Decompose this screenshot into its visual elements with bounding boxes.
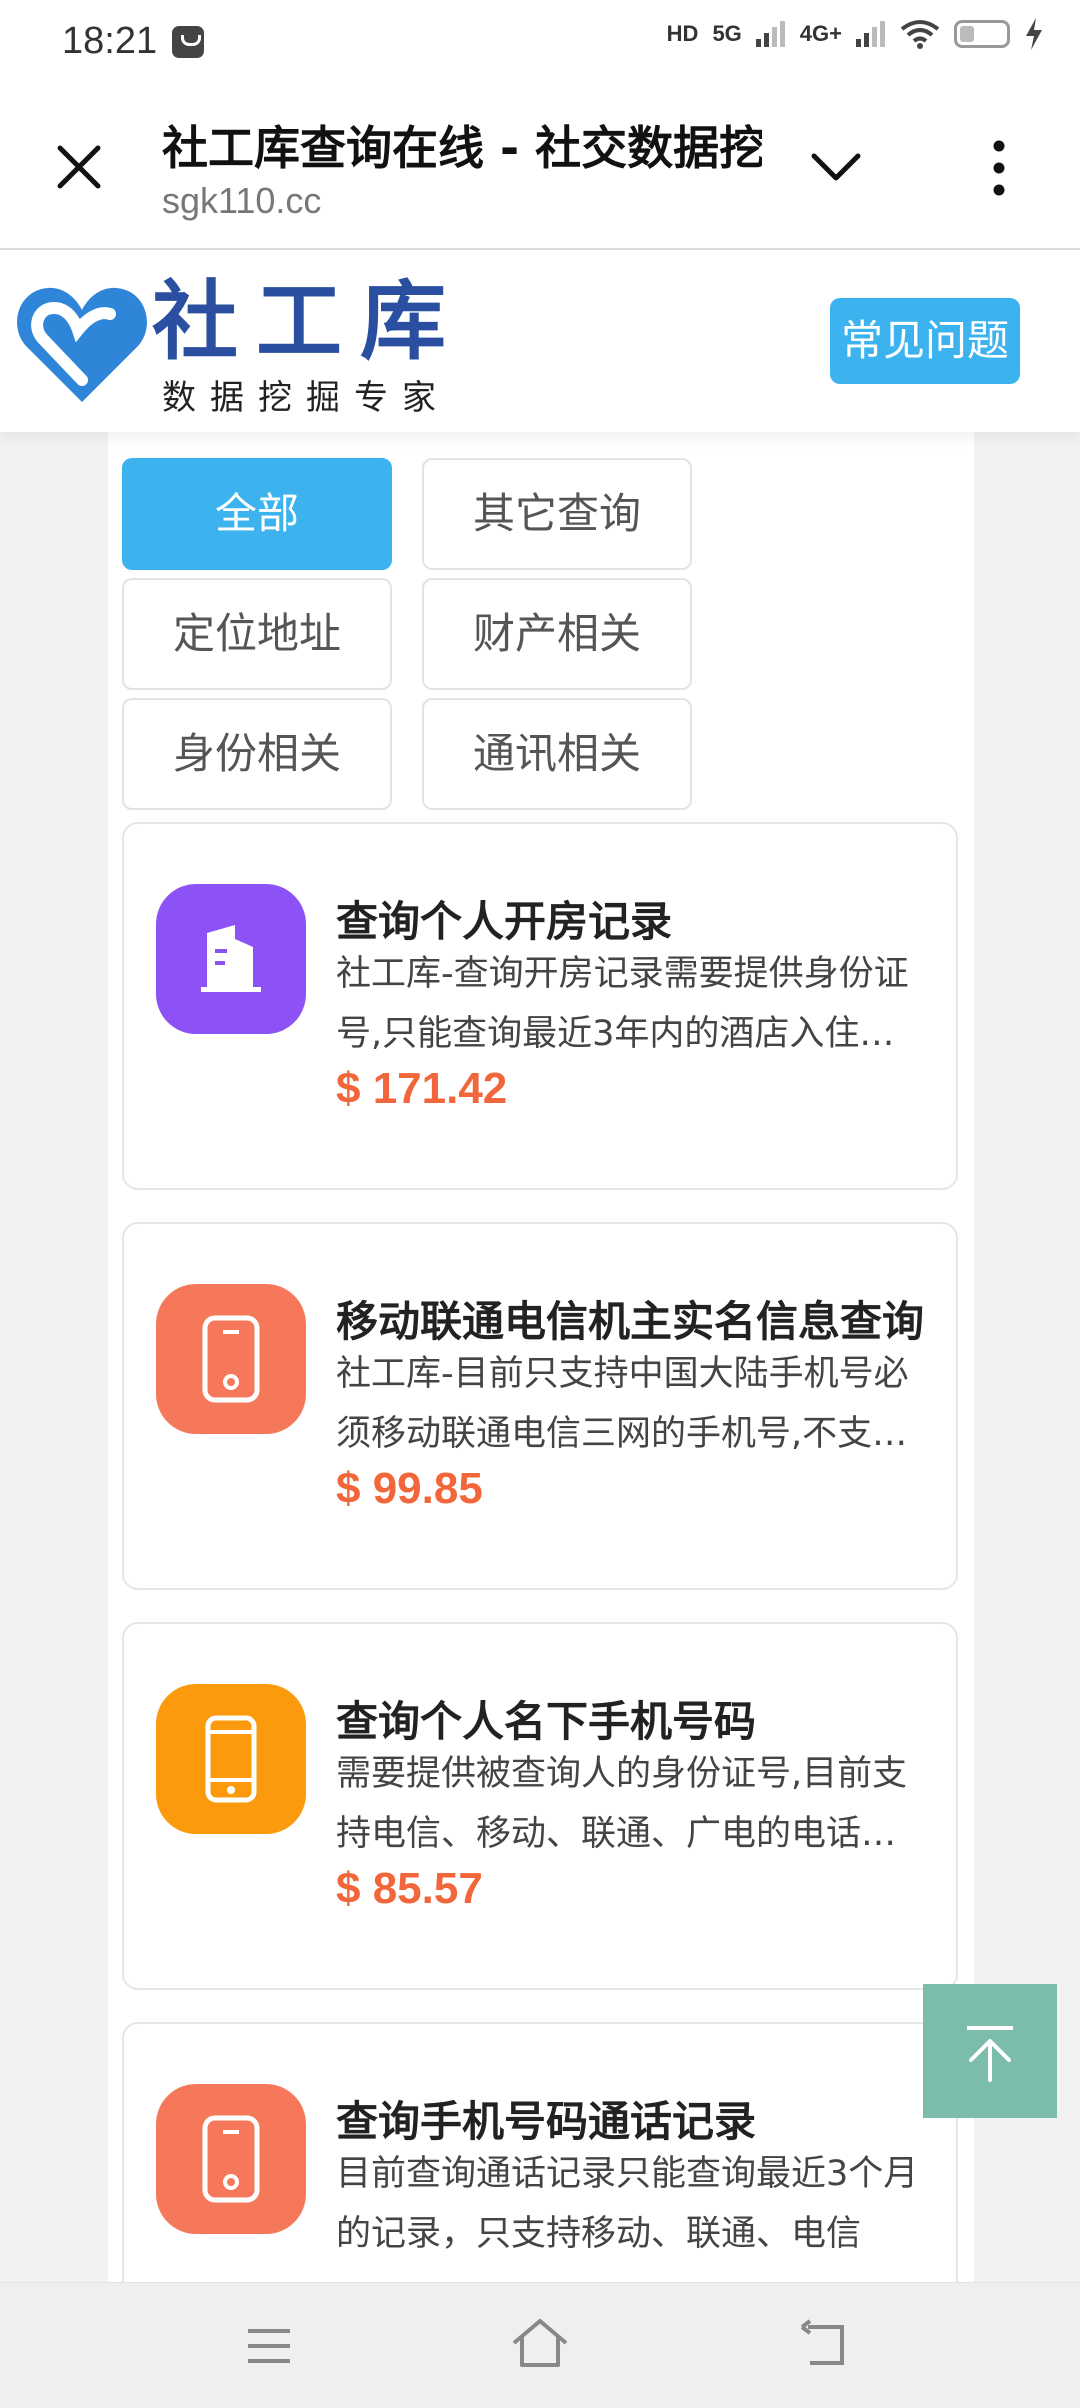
filter-location[interactable]: 定位地址 — [122, 578, 392, 690]
mobile-icon — [156, 1684, 306, 1834]
service-list-panel: 全部 其它查询 定位地址 财产相关 身份相关 通讯相关 查询个人开房记录 社工库… — [108, 432, 974, 2288]
status-time: 18:21 — [62, 20, 158, 62]
arrow-up-icon — [967, 2026, 1013, 2082]
service-title: 移动联通电信机主实名信息查询 — [336, 1297, 925, 1346]
system-nav-bar — [0, 2282, 1080, 2408]
close-icon[interactable] — [50, 138, 108, 196]
battery-icon — [954, 20, 1010, 48]
phone-icon — [156, 2084, 306, 2234]
site-logo[interactable]: 社工库 数据挖掘专家 — [12, 272, 472, 418]
service-card[interactable]: 查询手机号码通话记录 目前查询通话记录只能查询最近3个月的记录，只支持移动、联通… — [122, 2022, 958, 2288]
heart-logo-icon — [17, 287, 147, 402]
signal-icon — [755, 21, 785, 47]
service-description: 社工库-目前只支持中国大陆手机号必须移动联通电信三网的手机号,不支持虚拟号 — [336, 1354, 909, 1454]
service-card[interactable]: 移动联通电信机主实名信息查询 社工库-目前只支持中国大陆手机号必须移动联通电信三… — [122, 1222, 958, 1590]
page-url[interactable]: sgk110.cc — [162, 180, 321, 222]
charging-icon — [1026, 18, 1042, 50]
service-card[interactable]: 查询个人名下手机号码 需要提供被查询人的身份证号,目前支持电信、移动、联通、广电… — [122, 1622, 958, 1990]
service-card[interactable]: 查询个人开房记录 社工库-查询开房记录需要提供身份证号,只能查询最近3年内的酒店… — [122, 822, 958, 1190]
wifi-icon — [900, 20, 940, 49]
service-title: 查询手机号码通话记录 — [336, 2097, 757, 2146]
status-icons: HD 5G 4G+ — [667, 18, 1044, 50]
signal-icon-2 — [856, 21, 885, 47]
logo-subtitle: 数据挖掘专家 — [162, 378, 450, 418]
service-description: 社工库-查询开房记录需要提供身份证号,只能查询最近3年内的酒店入住记录 — [336, 954, 909, 1054]
building-icon — [156, 884, 306, 1034]
filter-identity[interactable]: 身份相关 — [122, 698, 392, 810]
service-description: 目前查询通话记录只能查询最近3个月的记录，只支持移动、联通、电信 — [336, 2154, 919, 2254]
back-icon[interactable] — [796, 2319, 852, 2371]
phone-icon — [156, 1284, 306, 1434]
service-price: $ 99.85 — [336, 1464, 483, 1513]
back-to-top-button[interactable] — [923, 1984, 1057, 2118]
filter-communication[interactable]: 通讯相关 — [422, 698, 692, 810]
menu-icon[interactable] — [244, 2321, 294, 2371]
hd-indicator: HD — [666, 21, 699, 46]
service-description: 需要提供被查询人的身份证号,目前支持电信、移动、联通、广电的电话号码 — [336, 1754, 908, 1854]
notification-icon — [172, 26, 204, 58]
filter-other[interactable]: 其它查询 — [422, 458, 692, 570]
status-bar: 18:21 HD 5G 4G+ — [0, 0, 1080, 84]
service-title: 查询个人开房记录 — [336, 897, 673, 946]
filter-property[interactable]: 财产相关 — [422, 578, 692, 690]
page-title: 社工库查询在线 - 社交数据挖 — [162, 121, 762, 175]
service-title: 查询个人名下手机号码 — [336, 1697, 757, 1746]
filter-all[interactable]: 全部 — [122, 458, 392, 570]
site-header: 社工库 数据挖掘专家 常见问题 — [0, 250, 1080, 432]
network-4g: 4G+ — [799, 21, 842, 46]
chevron-down-icon[interactable] — [806, 146, 866, 190]
home-icon[interactable] — [508, 2313, 572, 2373]
more-options-icon[interactable] — [980, 138, 1018, 198]
faq-button[interactable]: 常见问题 — [830, 298, 1020, 384]
network-5g: 5G — [712, 21, 742, 46]
service-price: $ 171.42 — [336, 1064, 508, 1113]
service-price: $ 85.57 — [336, 1864, 483, 1913]
logo-title: 社工库 — [152, 272, 464, 372]
browser-toolbar: 社工库查询在线 - 社交数据挖 sgk110.cc — [0, 84, 1080, 250]
